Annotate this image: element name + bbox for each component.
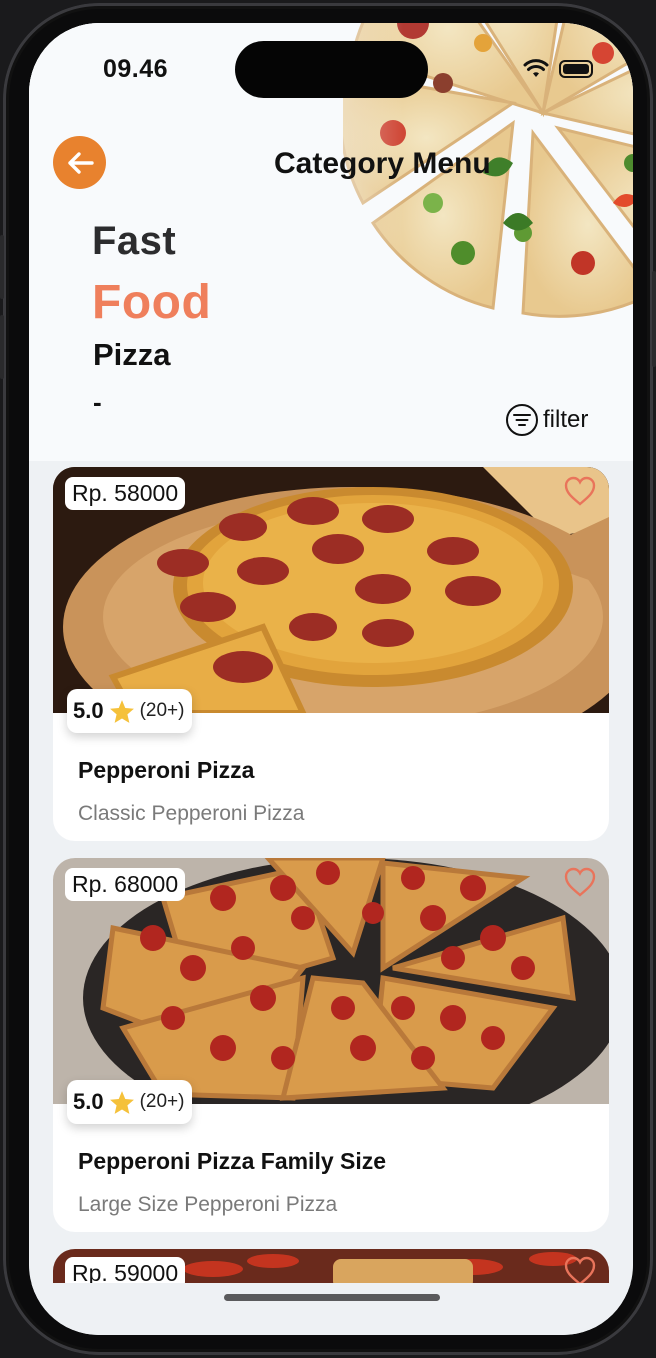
price-tag: Rp. 68000 [65,868,186,901]
item-name: Pepperoni Pizza Family Size [78,1148,387,1174]
filter-button[interactable]: filter [505,403,588,437]
page-title: Category Menu [274,147,491,180]
category-header: 09.46 Category Menu Fast Food Pizza - fi… [29,23,633,461]
price-tag: Rp. 58000 [65,477,186,510]
volume-up-button [0,235,4,299]
app-screen: 09.46 Category Menu Fast Food Pizza - fi… [29,23,633,1335]
power-button [652,271,656,367]
category-name: Pizza [93,337,171,372]
item-description: Classic Pepperoni Pizza [78,802,305,825]
volume-down-button [0,315,4,379]
star-icon [109,1090,134,1114]
arrow-left-icon [67,151,94,174]
item-name: Pepperoni Pizza [78,757,255,783]
heart-icon[interactable] [563,866,597,898]
heart-icon[interactable] [563,475,597,507]
dynamic-island [235,41,428,98]
rating-badge: 5.0 (20+) [67,1080,193,1124]
item-description: Large Size Pepperoni Pizza [78,1193,338,1216]
menu-item-card[interactable]: Rp. 58000 5.0 (20+) Pepperoni Pizza Clas… [53,467,609,841]
rating-score: 5.0 [73,698,104,723]
rating-count: (20+) [139,700,185,721]
rating-badge: 5.0 (20+) [67,689,193,733]
battery-icon [559,60,593,78]
rating-count: (20+) [139,1091,185,1112]
category-subtitle: - [93,387,102,417]
star-icon [109,699,134,723]
rating-score: 5.0 [73,1089,104,1114]
heading-food: Food [92,276,212,329]
heading-fast: Fast [92,219,177,263]
menu-item-card[interactable]: Rp. 68000 5.0 (20+) Pepperoni Pizza Fami… [53,858,609,1232]
status-time: 09.46 [103,55,169,83]
filter-label: filter [543,406,589,433]
back-button[interactable] [53,136,106,189]
bottom-safe-area [29,1283,633,1335]
home-indicator[interactable] [224,1294,440,1301]
status-icons [523,59,593,79]
filter-icon [506,404,538,436]
wifi-icon [523,59,549,77]
phone-frame: 09.46 Category Menu Fast Food Pizza - fi… [0,3,656,1355]
